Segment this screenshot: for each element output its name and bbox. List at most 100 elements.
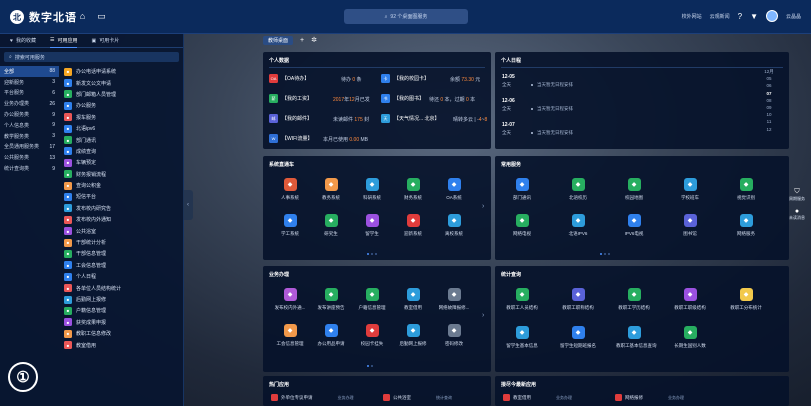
tab-favorites[interactable]: ♥ 我的收藏 xyxy=(10,34,36,48)
logo[interactable]: 北 数字北语 xyxy=(10,9,77,25)
common_services-item[interactable]: ◆ 网络服务 xyxy=(728,214,764,237)
personal-data-item[interactable]: W 【WIFI流量】 xyxy=(269,134,313,143)
app-list-item[interactable]: ■ 获奖成果申报 xyxy=(64,317,182,328)
business-item[interactable]: ◆ 后勤网上报修 xyxy=(395,324,431,347)
statistics-item[interactable]: ◆ 教职工基本信息查询 xyxy=(616,326,657,349)
business-item[interactable]: ◆ 发布讲座预告 xyxy=(313,288,349,311)
hot_apps-item[interactable]: 外单位专议申请 业务办理 xyxy=(271,394,354,401)
drawer-search-input[interactable]: ⌕ 搜索可用服务 xyxy=(4,52,179,62)
system_apps-item[interactable]: ◆ 留学生 xyxy=(354,214,390,237)
monitor-icon[interactable]: ▭ xyxy=(96,11,107,21)
statistics-item[interactable]: ◆ 教职工职称结构 xyxy=(560,288,596,311)
app-list-item[interactable]: ■ 北语ipv6 xyxy=(64,123,182,134)
date-strip[interactable]: 12月 05 06 07 08 09 10 11 12 xyxy=(754,68,784,133)
statistics-item[interactable]: ◆ 留学生短期班报名 xyxy=(560,326,596,349)
app-list-item[interactable]: ■ 教室借用 xyxy=(64,339,182,350)
business-item[interactable]: ◆ 密码修改 xyxy=(436,324,472,347)
app-list-item[interactable]: ■ 户籍信息管理 xyxy=(64,305,182,316)
latest_apps-item[interactable]: 教室借用 业务办理 xyxy=(503,394,572,401)
statistics-item[interactable]: ◆ 教职工分布统计 xyxy=(728,288,764,311)
common_services-item[interactable]: ◆ 图书馆 xyxy=(672,214,708,237)
app-list-item[interactable]: ■ 报车服务 xyxy=(64,112,182,123)
chat-icon[interactable]: ● xyxy=(786,208,808,215)
app-list-item[interactable]: ■ 办公服务 xyxy=(64,100,182,111)
business-item[interactable]: ◆ 发布校内外通... xyxy=(272,288,308,311)
next-arrow-icon[interactable]: › xyxy=(482,312,484,319)
hot_apps-item[interactable]: 公共浴室 统计查询 xyxy=(383,394,452,401)
app-list-item[interactable]: ■ 公共浴室 xyxy=(64,225,182,236)
date-item[interactable]: 11 xyxy=(754,118,784,125)
statistics-item[interactable]: ◆ 留学生基本信息 xyxy=(504,326,540,349)
side-label-messages[interactable]: 未读消息 xyxy=(786,215,808,221)
app-list-item[interactable]: ■ 部门邮箱人员管理 xyxy=(64,89,182,100)
personal-data-item[interactable]: 书【我的图书】 xyxy=(381,94,424,103)
business-item[interactable]: ◆ 教室借用 xyxy=(395,288,431,311)
category-item[interactable]: 公共服务类 13 xyxy=(0,152,59,163)
business-item[interactable]: ◆ 校园卡挂失 xyxy=(354,324,390,347)
shirt-icon[interactable]: ▼ xyxy=(750,12,758,21)
common_services-item[interactable]: ◆ 网络电视 xyxy=(504,214,540,237)
personal-data-item[interactable]: 天【天气情况... 北京】 xyxy=(381,114,440,123)
app-list-item[interactable]: ■ 查询公积金 xyxy=(64,180,182,191)
system_apps-item[interactable]: ◆ 教务系统 xyxy=(313,178,349,201)
category-item[interactable]: 全员通用服务类 17 xyxy=(0,142,59,153)
common_services-item[interactable]: ◆ 北语校历 xyxy=(560,178,596,201)
statistics-item[interactable]: ◆ 长期生国别人数 xyxy=(672,326,708,349)
help-icon[interactable]: ? xyxy=(738,12,742,21)
system_apps-item[interactable]: ◆ 科研系统 xyxy=(354,178,390,201)
schedule-text[interactable]: 当天暂无日程安排 xyxy=(537,82,573,88)
app-list-item[interactable]: ■ 短信平台 xyxy=(64,191,182,202)
common_services-item[interactable]: ◆ 学校班车 xyxy=(672,178,708,201)
system_apps-item[interactable]: ◆ 研究生 xyxy=(313,214,349,237)
app-list-item[interactable]: ■ 发布校内外通知 xyxy=(64,214,182,225)
app-list-item[interactable]: ■ 新发文公文申请 xyxy=(64,77,182,88)
date-item[interactable]: 08 xyxy=(754,97,784,104)
app-list-item[interactable]: ■ 发布校内研究告 xyxy=(64,203,182,214)
global-search[interactable]: ⌕ 92 个桌面图服务 xyxy=(344,9,468,24)
business-item[interactable]: ◆ 网络故障报修... xyxy=(436,288,472,311)
date-item[interactable]: 10 xyxy=(754,111,784,118)
schedule-text[interactable]: 当天暂无日程安排 xyxy=(537,130,573,136)
business-item[interactable]: ◆ 户籍信息管理 xyxy=(354,288,390,311)
link-news[interactable]: 云观新闻 xyxy=(710,13,730,20)
system_apps-item[interactable]: ◆ 迎新系统 xyxy=(395,214,431,237)
category-item[interactable]: 办公服务类 9 xyxy=(0,109,59,120)
app-list-item[interactable]: ■ 干部统计分析 xyxy=(64,237,182,248)
system_apps-item[interactable]: ◆ 学工系统 xyxy=(272,214,308,237)
statistics-item[interactable]: ◆ 教职工学历结构 xyxy=(616,288,652,311)
tab-available-cards[interactable]: ▣ 可用卡片 xyxy=(91,34,119,48)
plus-icon[interactable]: + xyxy=(300,37,304,44)
home-icon[interactable]: ⌂ xyxy=(77,11,88,21)
business-item[interactable]: ◆ 工会信息管理 xyxy=(272,324,308,347)
app-list-item[interactable]: ■ 干部信息管理 xyxy=(64,248,182,259)
common_services-item[interactable]: ◆ 视觉识别 xyxy=(728,178,764,201)
common_services-item[interactable]: ◆ IPV6电视 xyxy=(616,214,652,237)
category-item[interactable]: 迎新服务 3 xyxy=(0,77,59,88)
category-item[interactable]: 教学服务类 3 xyxy=(0,131,59,142)
side-label-services[interactable]: 周期服务 xyxy=(786,196,808,202)
link-external-site[interactable]: 校外网站 xyxy=(682,13,702,20)
app-list-item[interactable]: ■ 工会信息管理 xyxy=(64,260,182,271)
common_services-item[interactable]: ◆ 北语IPV6 xyxy=(560,214,596,237)
app-list-item[interactable]: ■ 个人日程 xyxy=(64,271,182,282)
category-item[interactable]: 业务办理类 26 xyxy=(0,98,59,109)
category-item[interactable]: 全部 88 xyxy=(0,66,59,77)
business-item[interactable]: ◆ 办公用品申请 xyxy=(313,324,349,347)
personal-data-item[interactable]: OA 【OA待办】 xyxy=(269,74,309,83)
common_services-item[interactable]: ◆ 校园地图 xyxy=(616,178,652,201)
system_apps-item[interactable]: ◆ 离校系统 xyxy=(436,214,472,237)
app-list-item[interactable]: ■ 办公电话申请系统 xyxy=(64,66,182,77)
tab-available-apps[interactable]: ☰ 可用应用 xyxy=(49,34,78,48)
latest_apps-item[interactable]: 网络报修 业务办理 xyxy=(615,394,684,401)
category-item[interactable]: 统计查询类 9 xyxy=(0,163,59,174)
system_apps-item[interactable]: ◆ 人事系统 xyxy=(272,178,308,201)
carousel-dots[interactable] xyxy=(600,253,610,255)
app-list-item[interactable]: ■ 各单位人员结构统计 xyxy=(64,282,182,293)
shield-icon[interactable]: ⛉ xyxy=(786,188,808,196)
app-list-item[interactable]: ■ 后勤网上报修 xyxy=(64,294,182,305)
app-list-item[interactable]: ■ 财务报销流程 xyxy=(64,169,182,180)
date-item[interactable]: 05 xyxy=(754,75,784,82)
statistics-item[interactable]: ◆ 教职工职级结构 xyxy=(672,288,708,311)
drawer-collapse-handle[interactable]: ‹ xyxy=(183,190,193,220)
date-item[interactable]: 06 xyxy=(754,82,784,89)
